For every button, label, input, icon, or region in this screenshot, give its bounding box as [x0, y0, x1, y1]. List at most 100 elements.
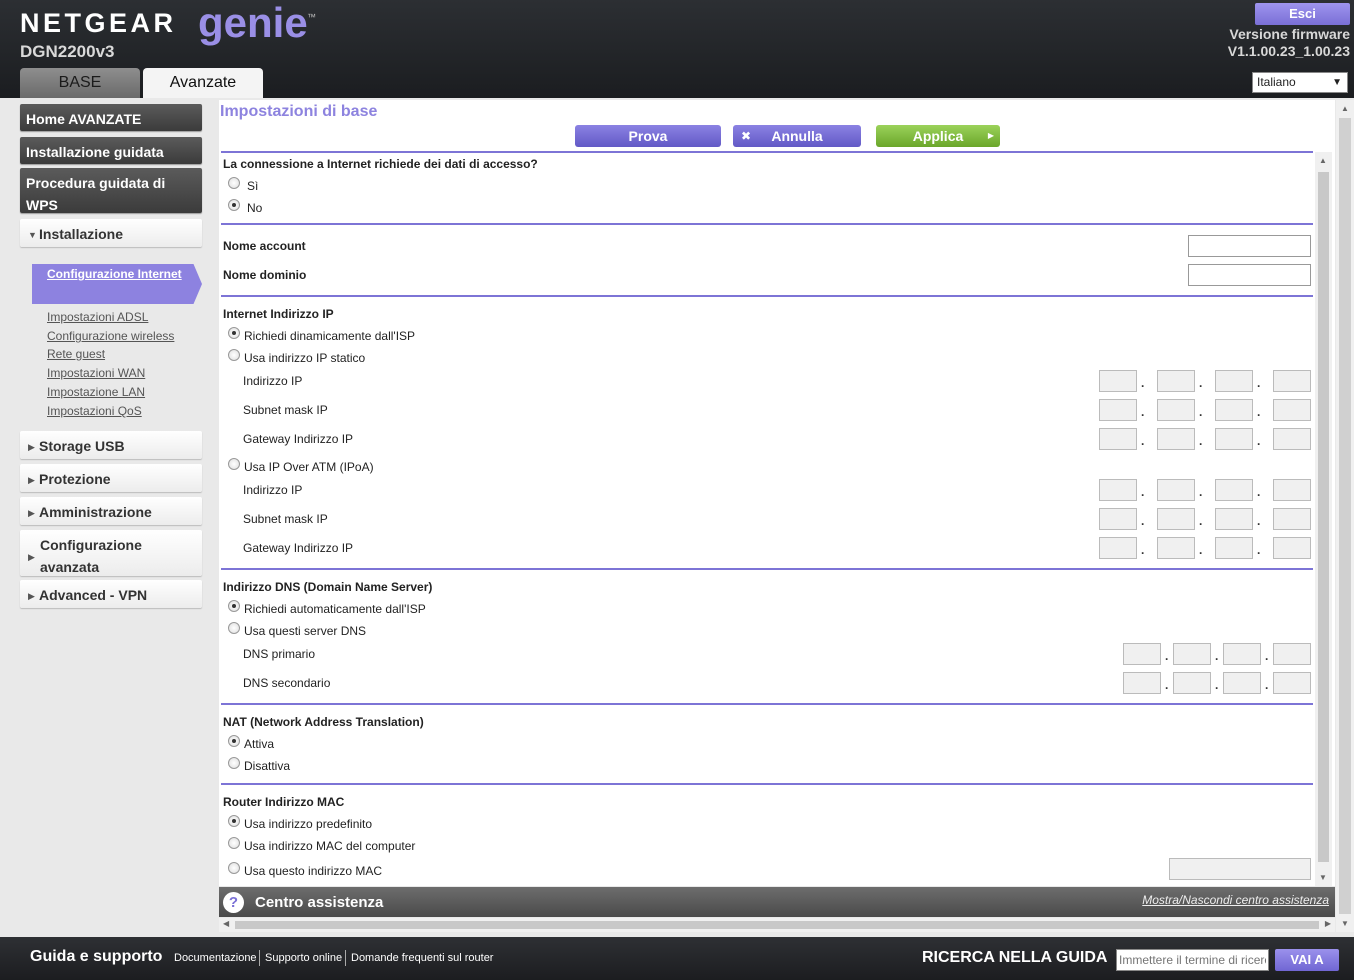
online-support-link[interactable]: Supporto online — [265, 952, 342, 964]
nat-enable-radio[interactable] — [228, 735, 240, 747]
sidebar-subitem-adsl-settings[interactable]: Impostazioni ADSL — [47, 310, 148, 324]
language-value: Italiano — [1257, 75, 1296, 89]
sidebar-item-setup[interactable]: ▼ Installazione — [20, 219, 202, 247]
dns-octet-input[interactable] — [1173, 672, 1211, 694]
static-ip-octet-input[interactable] — [1099, 428, 1137, 450]
ip-ipoa-radio[interactable] — [228, 458, 240, 470]
static-ip-octet-input[interactable] — [1273, 399, 1311, 421]
ip-separator: . — [1141, 434, 1145, 448]
help-search-input[interactable] — [1116, 949, 1269, 971]
help-search-button[interactable]: VAI A — [1275, 949, 1339, 971]
sidebar-item-advanced-setup[interactable]: ▶ Configurazione avanzata — [20, 530, 202, 576]
dns-octet-input[interactable] — [1123, 672, 1161, 694]
mac-custom-radio[interactable] — [228, 862, 240, 874]
page-title: Impostazioni di base — [220, 103, 378, 120]
domain-name-input[interactable] — [1188, 264, 1311, 286]
help-icon[interactable]: ? — [223, 892, 244, 913]
triangle-right-icon: ▶ — [28, 508, 35, 518]
ipoa-ip-octet-input[interactable] — [1157, 537, 1195, 559]
dns-auto-radio[interactable] — [228, 600, 240, 612]
ipoa-ip-octet-input[interactable] — [1273, 508, 1311, 530]
mac-address-input[interactable] — [1169, 858, 1311, 880]
scroll-right-icon[interactable]: ▶ — [1325, 919, 1331, 928]
mac-default-radio[interactable] — [228, 815, 240, 827]
sidebar-subitem-internet-setup[interactable]: Configurazione Internet — [32, 264, 202, 304]
nat-title: NAT (Network Address Translation) — [223, 715, 424, 729]
ipoa-ip-octet-input[interactable] — [1273, 479, 1311, 501]
static-ip-octet-input[interactable] — [1157, 428, 1195, 450]
account-name-label: Nome account — [223, 239, 306, 253]
nat-disable-radio[interactable] — [228, 757, 240, 769]
scroll-up-icon[interactable]: ▲ — [1341, 104, 1349, 113]
sidebar-subitem-guest-network[interactable]: Rete guest — [47, 347, 105, 361]
login-yes-radio[interactable] — [228, 177, 240, 189]
horizontal-scrollbar[interactable]: ◀ ▶ — [219, 918, 1335, 932]
ip-separator: . — [1257, 434, 1261, 448]
scrollbar-thumb[interactable] — [1339, 118, 1351, 914]
dns-octet-input[interactable] — [1273, 672, 1311, 694]
ipoa-ip-octet-input[interactable] — [1273, 537, 1311, 559]
sidebar-item-advanced-vpn[interactable]: ▶ Advanced - VPN — [20, 580, 202, 608]
static-ip-octet-input[interactable] — [1215, 428, 1253, 450]
static-ip-octet-input[interactable] — [1273, 428, 1311, 450]
form-scrollbar[interactable]: ▲ ▼ — [1315, 152, 1332, 886]
test-button[interactable]: Prova — [575, 125, 721, 147]
scroll-up-icon[interactable]: ▲ — [1319, 156, 1327, 165]
ipoa-ip-octet-input[interactable] — [1215, 508, 1253, 530]
ipoa-ip-octet-input[interactable] — [1099, 537, 1137, 559]
page-scrollbar[interactable]: ▲ ▼ — [1336, 100, 1354, 932]
sidebar-subitem-wan-settings[interactable]: Impostazioni WAN — [47, 366, 145, 380]
static-ip-octet-input[interactable] — [1099, 399, 1137, 421]
static-ip-octet-input[interactable] — [1273, 370, 1311, 392]
ipoa-ip-octet-input[interactable] — [1215, 537, 1253, 559]
sidebar-subitem-qos-settings[interactable]: Impostazioni QoS — [47, 404, 142, 418]
router-faq-link[interactable]: Domande frequenti sul router — [351, 952, 493, 964]
login-no-radio[interactable] — [228, 199, 240, 211]
sidebar-item-security[interactable]: ▶ Protezione — [20, 464, 202, 492]
static-ip-octet-input[interactable] — [1157, 370, 1195, 392]
tab-advanced[interactable]: Avanzate — [143, 68, 263, 98]
dns-manual-radio[interactable] — [228, 622, 240, 634]
tab-base[interactable]: BASE — [20, 68, 140, 98]
static-ip-octet-input[interactable] — [1157, 399, 1195, 421]
ipoa-ip-octet-input[interactable] — [1099, 508, 1137, 530]
ip-dynamic-radio[interactable] — [228, 327, 240, 339]
sidebar-item-administration[interactable]: ▶ Amministrazione — [20, 497, 202, 525]
ipoa-ip-octet-input[interactable] — [1157, 479, 1195, 501]
ipoa-ip-octet-input[interactable] — [1099, 479, 1137, 501]
scroll-down-icon[interactable]: ▼ — [1319, 873, 1327, 882]
dns-octet-input[interactable] — [1273, 643, 1311, 665]
documentation-link[interactable]: Documentazione — [174, 952, 257, 964]
ipoa-ip-octet-input[interactable] — [1215, 479, 1253, 501]
scrollbar-thumb[interactable] — [235, 921, 1319, 929]
static-ip-octet-input[interactable] — [1215, 399, 1253, 421]
sidebar-item-setup-wizard[interactable]: Installazione guidata — [20, 137, 202, 164]
sidebar-subitem-lan-setup[interactable]: Impostazione LAN — [47, 385, 145, 399]
account-name-input[interactable] — [1188, 235, 1311, 257]
apply-button[interactable]: Applica ▶ — [876, 125, 1000, 147]
sidebar-item-usb-storage[interactable]: ▶ Storage USB — [20, 431, 202, 459]
scroll-left-icon[interactable]: ◀ — [223, 919, 229, 928]
ip-separator: . — [1265, 678, 1269, 692]
dns-octet-input[interactable] — [1223, 643, 1261, 665]
sidebar-subitem-wireless-setup[interactable]: Configurazione wireless — [47, 329, 174, 343]
dns-octet-input[interactable] — [1123, 643, 1161, 665]
cancel-button[interactable]: ✖ Annulla — [733, 125, 861, 147]
ip-static-radio[interactable] — [228, 349, 240, 361]
logout-button[interactable]: Esci — [1255, 3, 1350, 25]
sidebar-item-home-advanced[interactable]: Home AVANZATE — [20, 104, 202, 131]
mac-computer-radio[interactable] — [228, 837, 240, 849]
scroll-down-icon[interactable]: ▼ — [1341, 919, 1349, 928]
ip-separator: . — [1141, 514, 1145, 528]
dns-octet-input[interactable] — [1223, 672, 1261, 694]
language-select[interactable]: Italiano ▼ — [1252, 72, 1348, 93]
scrollbar-thumb[interactable] — [1318, 172, 1329, 862]
header: NETGEAR genie ™ DGN2200v3 Esci Versione … — [0, 0, 1354, 98]
sidebar-item-wps-wizard[interactable]: Procedura guidata di WPS — [20, 168, 202, 213]
static-ip-octet-input[interactable] — [1099, 370, 1137, 392]
help-center-toggle-link[interactable]: Mostra/Nascondi centro assistenza — [1142, 893, 1329, 907]
static-ip-octet-input[interactable] — [1215, 370, 1253, 392]
dns-octet-input[interactable] — [1173, 643, 1211, 665]
ipoa-ip-octet-input[interactable] — [1157, 508, 1195, 530]
ipoa-gateway-label: Gateway Indirizzo IP — [243, 541, 354, 555]
